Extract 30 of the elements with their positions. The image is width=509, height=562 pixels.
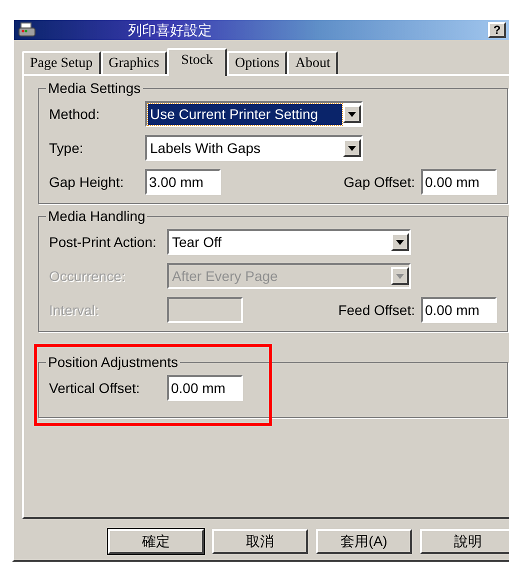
text-field[interactable]: [167, 297, 243, 323]
dropdown[interactable]: Tear Off: [167, 229, 411, 255]
dropdown-value: After Every Page: [171, 266, 279, 286]
field-label: Gap Offset:: [344, 172, 415, 192]
dialog-button[interactable]: 套用(A): [316, 529, 412, 554]
dropdown-value: Use Current Printer Setting: [148, 104, 342, 124]
dialog-button[interactable]: 說明: [420, 529, 509, 554]
text-field[interactable]: 3.00 mm: [145, 169, 221, 195]
tab[interactable]: About: [287, 51, 338, 74]
dropdown[interactable]: Use Current Printer Setting: [145, 101, 363, 127]
dropdown-value: Labels With Gaps: [149, 138, 262, 158]
field-label: Feed Offset:: [338, 300, 415, 320]
tab[interactable]: Stock: [167, 48, 228, 76]
text-field[interactable]: 0.00 mm: [421, 169, 497, 195]
field-label: Post-Print Action:: [49, 232, 158, 252]
tab[interactable]: Graphics: [100, 51, 168, 74]
field-label: Vertical Offset:: [49, 378, 141, 398]
dropdown-value: Tear Off: [171, 232, 223, 252]
help-button[interactable]: ?: [488, 22, 506, 38]
dialog-button[interactable]: 取消: [212, 529, 308, 554]
dialog-button[interactable]: 確定: [108, 529, 204, 554]
text-field[interactable]: 0.00 mm: [167, 375, 243, 401]
field-label: Type:: [49, 138, 84, 158]
field-label: Gap Height:: [49, 172, 125, 192]
window-title: 列印喜好設定: [128, 20, 212, 40]
dropdown[interactable]: Labels With Gaps: [145, 135, 363, 161]
field-label: Method:: [49, 104, 101, 124]
tab[interactable]: Options: [227, 51, 288, 74]
tab[interactable]: Page Setup: [22, 51, 101, 74]
printer-icon: [18, 22, 36, 38]
